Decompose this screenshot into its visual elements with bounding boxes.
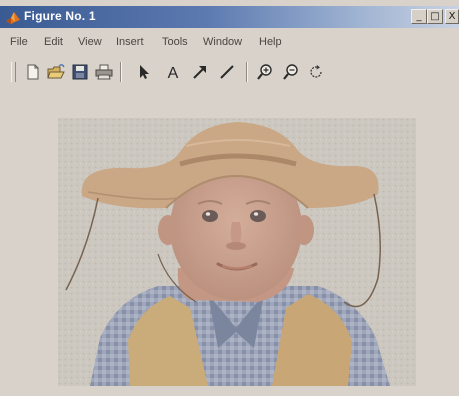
- rotate-3d-button[interactable]: [305, 62, 327, 82]
- insert-text-button[interactable]: A: [162, 62, 184, 82]
- insert-line-button[interactable]: [216, 62, 238, 82]
- rotate-icon: [310, 65, 322, 78]
- menu-edit[interactable]: Edit: [44, 36, 63, 48]
- open-file-button[interactable]: [45, 62, 67, 82]
- figure-canvas: [0, 88, 459, 396]
- figure-window: Figure No. 1 _ □ X File Edit View Insert…: [0, 0, 459, 396]
- menu-file[interactable]: File: [10, 36, 28, 48]
- floppy-disk-icon: [72, 64, 88, 80]
- menu-insert[interactable]: Insert: [116, 36, 144, 48]
- arrow-pointer-icon: [140, 65, 149, 79]
- printer-icon: [95, 64, 113, 80]
- print-figure-button[interactable]: [93, 62, 115, 82]
- maximize-button[interactable]: □: [427, 9, 443, 24]
- menu-bar: File Edit View Insert Tools Window Help: [0, 34, 459, 54]
- toolbar-grip[interactable]: [11, 62, 16, 82]
- figure-toolbar: A: [0, 56, 459, 86]
- diagonal-line-icon: [220, 65, 234, 79]
- menu-view[interactable]: View: [78, 36, 102, 48]
- title-bar[interactable]: Figure No. 1 _ □ X: [0, 6, 459, 28]
- close-button[interactable]: X: [445, 9, 459, 24]
- new-figure-button[interactable]: [22, 62, 44, 82]
- toolbar-separator: [120, 62, 122, 82]
- text-A-icon: A: [168, 65, 179, 82]
- minimize-button[interactable]: _: [411, 9, 427, 24]
- zoom-in-icon: [257, 64, 272, 80]
- insert-arrow-button[interactable]: [189, 62, 211, 82]
- matlab-logo-icon: [6, 12, 20, 24]
- menu-tools[interactable]: Tools: [162, 36, 188, 48]
- toolbar-separator: [246, 62, 248, 82]
- menu-window[interactable]: Window: [203, 36, 242, 48]
- zoom-out-button[interactable]: [280, 62, 302, 82]
- edit-plot-button[interactable]: [132, 62, 154, 82]
- zoom-out-icon: [283, 64, 298, 80]
- zoom-in-button[interactable]: [254, 62, 276, 82]
- svg-text:A: A: [168, 65, 179, 82]
- window-title: Figure No. 1: [24, 9, 96, 23]
- new-document-icon: [27, 64, 39, 80]
- save-figure-button[interactable]: [69, 62, 91, 82]
- diagonal-arrow-icon: [193, 66, 206, 79]
- baby-photo: [58, 118, 416, 386]
- menu-help[interactable]: Help: [259, 36, 282, 48]
- folder-open-icon: [47, 64, 65, 79]
